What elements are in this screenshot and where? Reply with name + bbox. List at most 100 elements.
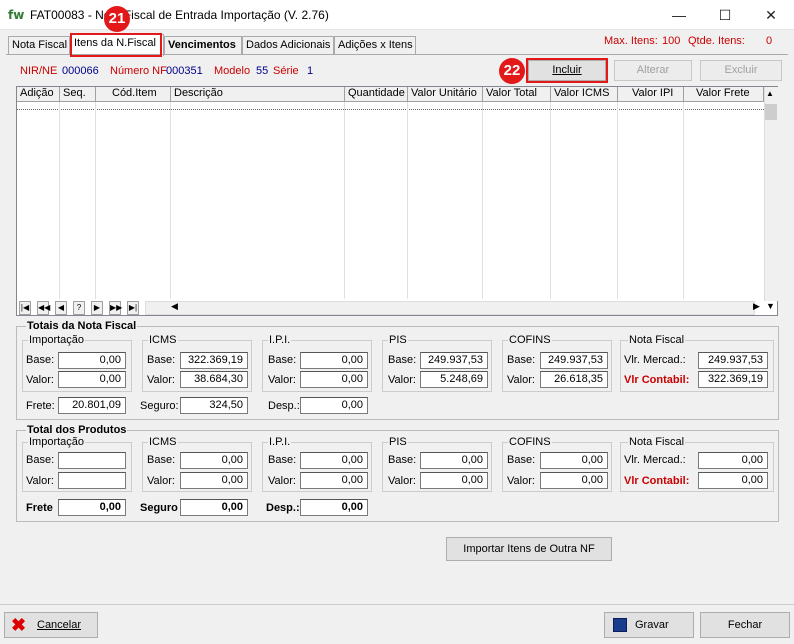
excluir-button[interactable]: Excluir bbox=[700, 60, 782, 81]
nf-cofins-base-field[interactable]: 249.937,53 bbox=[540, 352, 608, 369]
scroll-left-icon[interactable]: ◀ bbox=[171, 301, 178, 312]
nf-icms-title: ICMS bbox=[148, 334, 178, 346]
prod-contabil-field[interactable]: 0,00 bbox=[698, 472, 768, 489]
tab-dados-adicionais[interactable]: Dados Adicionais bbox=[242, 36, 334, 54]
nf-imp-valor-field[interactable]: 0,00 bbox=[58, 371, 126, 388]
prod-cofins-base-field[interactable]: 0,00 bbox=[540, 452, 608, 469]
col-header-descricao[interactable]: Descrição bbox=[171, 87, 345, 102]
scroll-up-icon[interactable]: ▲ bbox=[766, 89, 774, 98]
prod-pis-valor-label: Valor: bbox=[388, 475, 416, 487]
nf-contabil-field[interactable]: 322.369,19 bbox=[698, 371, 768, 388]
prod-frete-field[interactable]: 0,00 bbox=[58, 499, 126, 516]
modelo-value: 55 bbox=[256, 65, 269, 77]
nav-first-icon[interactable]: |◀ bbox=[19, 301, 31, 315]
app-logo-icon: fw bbox=[8, 8, 25, 22]
minimize-button[interactable]: — bbox=[656, 0, 702, 30]
nf-imp-base-field[interactable]: 0,00 bbox=[58, 352, 126, 369]
nf-ipi-valor-field[interactable]: 0,00 bbox=[300, 371, 368, 388]
fechar-button[interactable]: Fechar bbox=[700, 612, 790, 638]
cancelar-label: Cancelar bbox=[37, 619, 82, 631]
nf-imp-valor-label: Valor: bbox=[26, 374, 54, 386]
prod-ipi-valor-label: Valor: bbox=[268, 475, 296, 487]
prod-desp-field[interactable]: 0,00 bbox=[300, 499, 368, 516]
nf-icms-base-field[interactable]: 322.369,19 bbox=[180, 352, 248, 369]
cancelar-button[interactable]: ✖ Cancelar bbox=[4, 612, 98, 638]
nf-pis-valor-label: Valor: bbox=[388, 374, 416, 386]
col-header-seq[interactable]: Seq. bbox=[60, 87, 96, 102]
nav-next-icon[interactable]: ▶ bbox=[91, 301, 103, 315]
nf-cofins-valor-label: Valor: bbox=[507, 374, 535, 386]
tab-nota-fiscal[interactable]: Nota Fiscal bbox=[8, 36, 70, 54]
prod-pis-valor-field[interactable]: 0,00 bbox=[420, 472, 488, 489]
scroll-right-icon[interactable]: ▶ bbox=[753, 301, 760, 312]
col-header-quantidade[interactable]: Quantidade bbox=[345, 87, 408, 102]
prod-icms-valor-field[interactable]: 0,00 bbox=[180, 472, 248, 489]
col-header-valor-total[interactable]: Valor Total bbox=[483, 87, 551, 102]
nf-seguro-field[interactable]: 324,50 bbox=[180, 397, 248, 414]
prod-ipi-valor-field[interactable]: 0,00 bbox=[300, 472, 368, 489]
nf-mercad-field[interactable]: 249.937,53 bbox=[698, 352, 768, 369]
prod-mercad-label: Vlr. Mercad.: bbox=[624, 454, 686, 466]
cancel-x-icon: ✖ bbox=[11, 615, 27, 635]
nf-pis-title: PIS bbox=[388, 334, 408, 346]
nf-ipi-base-field[interactable]: 0,00 bbox=[300, 352, 368, 369]
col-header-valor-ipi[interactable]: Valor IPI bbox=[618, 87, 684, 102]
prod-imp-valor-field[interactable] bbox=[58, 472, 126, 489]
nf-desp-field[interactable]: 0,00 bbox=[300, 397, 368, 414]
close-window-button[interactable]: ✕ bbox=[748, 0, 794, 30]
nf-desp-label: Desp.: bbox=[268, 400, 300, 412]
alterar-button[interactable]: Alterar bbox=[614, 60, 692, 81]
nf-pis-valor-field[interactable]: 5.248,69 bbox=[420, 371, 488, 388]
tab-vencimentos[interactable]: Vencimentos bbox=[164, 36, 242, 54]
nav-next-page-icon[interactable]: ▶▶ bbox=[109, 301, 122, 315]
nav-last-icon[interactable]: ▶| bbox=[127, 301, 139, 315]
col-header-adicao[interactable]: Adição bbox=[17, 87, 60, 102]
gravar-button[interactable]: Gravar bbox=[604, 612, 694, 638]
prod-cofins-valor-field[interactable]: 0,00 bbox=[540, 472, 608, 489]
prod-seguro-label: Seguro bbox=[140, 502, 178, 514]
prod-imp-valor-label: Valor: bbox=[26, 475, 54, 487]
items-grid[interactable]: Adição Seq. Cód.Item Descrição Quantidad… bbox=[16, 86, 778, 316]
nir-label: NIR/NE bbox=[20, 65, 58, 77]
nf-mercad-label: Vlr. Mercad.: bbox=[624, 354, 686, 366]
scroll-thumb[interactable] bbox=[765, 104, 777, 120]
prod-cofins-title: COFINS bbox=[508, 436, 552, 448]
nf-frete-field[interactable]: 20.801,09 bbox=[58, 397, 126, 414]
save-disk-icon bbox=[613, 618, 627, 632]
prod-pis-base-field[interactable]: 0,00 bbox=[420, 452, 488, 469]
nf-cofins-title: COFINS bbox=[508, 334, 552, 346]
nf-cofins-valor-field[interactable]: 26.618,35 bbox=[540, 371, 608, 388]
prod-imp-base-field[interactable] bbox=[58, 452, 126, 469]
prod-seguro-field[interactable]: 0,00 bbox=[180, 499, 248, 516]
nf-importacao-title: Importação bbox=[28, 334, 86, 346]
prod-icms-base-field[interactable]: 0,00 bbox=[180, 452, 248, 469]
nf-icms-valor-label: Valor: bbox=[147, 374, 175, 386]
col-header-cod-item[interactable]: Cód.Item bbox=[96, 87, 171, 102]
nav-prior-page-icon[interactable]: ◀◀ bbox=[37, 301, 50, 315]
scroll-down-icon[interactable]: ▼ bbox=[766, 301, 775, 311]
nf-frete-label: Frete: bbox=[26, 400, 55, 412]
col-header-valor-frete[interactable]: Valor Frete bbox=[684, 87, 764, 102]
nf-seguro-label: Seguro: bbox=[140, 400, 179, 412]
highlight-box-tab bbox=[70, 33, 162, 57]
totais-prod-title: Total dos Produtos bbox=[26, 424, 128, 436]
max-itens-value: 100 bbox=[662, 35, 681, 47]
col-header-valor-icms[interactable]: Valor ICMS bbox=[551, 87, 618, 102]
importar-itens-button[interactable]: Importar Itens de Outra NF bbox=[446, 537, 612, 561]
prod-notafiscal-title: Nota Fiscal bbox=[628, 436, 686, 448]
prod-mercad-field[interactable]: 0,00 bbox=[698, 452, 768, 469]
nf-pis-base-field[interactable]: 249.937,53 bbox=[420, 352, 488, 369]
nf-icms-valor-field[interactable]: 38.684,30 bbox=[180, 371, 248, 388]
nav-help-icon[interactable]: ? bbox=[73, 301, 85, 315]
nav-prior-icon[interactable]: ◀ bbox=[55, 301, 67, 315]
grid-empty-row[interactable] bbox=[17, 109, 764, 110]
col-header-valor-unitario[interactable]: Valor Unitário bbox=[408, 87, 483, 102]
grid-horizontal-scrollbar[interactable] bbox=[145, 301, 755, 315]
prod-icms-title: ICMS bbox=[148, 436, 178, 448]
grid-col-line bbox=[59, 102, 60, 299]
prod-ipi-base-field[interactable]: 0,00 bbox=[300, 452, 368, 469]
maximize-button[interactable]: ☐ bbox=[702, 0, 748, 30]
prod-icms-base-label: Base: bbox=[147, 454, 176, 466]
nf-notafiscal-title: Nota Fiscal bbox=[628, 334, 686, 346]
tab-adicoes-itens[interactable]: Adições x Itens bbox=[334, 36, 416, 54]
